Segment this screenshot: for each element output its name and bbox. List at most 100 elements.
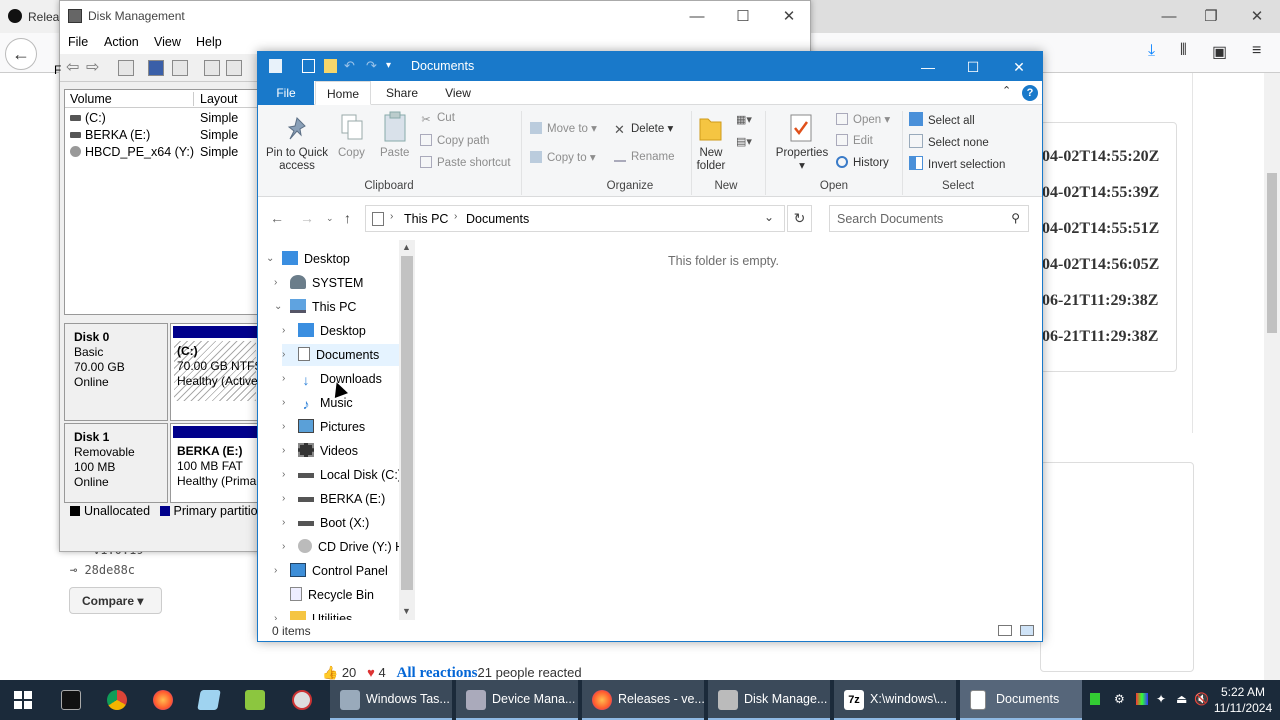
taskbar-notepad[interactable]: [186, 680, 232, 720]
download-icon[interactable]: ⤓: [1148, 42, 1155, 60]
redo-icon[interactable]: ↷: [366, 59, 379, 73]
recent-locations-icon[interactable]: ⌄: [326, 213, 334, 224]
taskbar-7zip[interactable]: 7z X:\windows\...: [834, 680, 956, 720]
heart-icon[interactable]: ♥: [367, 665, 375, 680]
breadcrumb-this-pc[interactable]: This PC: [404, 212, 448, 226]
pin-to-quick-access-button[interactable]: Pin to Quick access: [266, 147, 328, 173]
tab-home[interactable]: Home: [315, 81, 371, 105]
nav-item-boot-x[interactable]: › Boot (X:): [282, 512, 369, 534]
taskbar-windows-tasks[interactable]: Windows Tas...: [330, 680, 452, 720]
browser-minimize-button[interactable]: —: [1146, 0, 1192, 33]
explorer-minimize-button[interactable]: —: [905, 55, 951, 79]
partition-e[interactable]: BERKA (E:) 100 MB FAT Healthy (Prima: [170, 423, 260, 503]
up-icon[interactable]: ↑: [344, 210, 351, 226]
volume-muted-icon[interactable]: 🔇: [1194, 693, 1209, 705]
back-button[interactable]: ←: [5, 38, 37, 70]
dm-minimize-button[interactable]: —: [674, 1, 720, 32]
search-input[interactable]: Search Documents ⚲: [829, 205, 1029, 232]
nav-item-documents[interactable]: › Documents: [282, 344, 399, 366]
console-tree-icon[interactable]: [118, 60, 134, 76]
taskbar-network[interactable]: [278, 680, 326, 720]
compare-button[interactable]: Compare ▾: [69, 587, 162, 614]
disk-icon[interactable]: [226, 60, 242, 76]
taskbar-disk-management[interactable]: Disk Manage...: [708, 680, 830, 720]
collapse-ribbon-icon[interactable]: ⌃: [1002, 84, 1011, 97]
nav-item-berka-e[interactable]: › BERKA (E:): [282, 488, 385, 510]
address-bar[interactable]: › This PC › Documents ⌄: [365, 205, 785, 232]
nav-item-control-panel[interactable]: › Control Panel: [274, 560, 388, 582]
tab-share[interactable]: Share: [376, 81, 428, 105]
back-icon[interactable]: ←: [270, 210, 284, 226]
new-folder-button[interactable]: New folder: [693, 147, 729, 173]
invert-selection-button[interactable]: Invert selection: [909, 156, 1005, 171]
large-icons-view-icon[interactable]: [1020, 625, 1034, 636]
nav-item-pictures[interactable]: › Pictures: [282, 416, 365, 438]
start-button[interactable]: [0, 680, 48, 720]
undo-icon[interactable]: ↶: [344, 59, 357, 73]
tab-view[interactable]: View: [432, 81, 484, 105]
paste-shortcut-button[interactable]: Paste shortcut: [420, 156, 511, 169]
browser-scrollbar[interactable]: [1264, 73, 1280, 680]
nav-scrollbar[interactable]: ▲ ▼: [399, 240, 415, 620]
copy-path-button[interactable]: Copy path: [420, 134, 489, 147]
taskbar-firefox[interactable]: [140, 680, 186, 720]
taskbar-releases[interactable]: Releases - ve...: [582, 680, 704, 720]
new-item-icon[interactable]: ▦▾: [736, 113, 752, 126]
color-app-icon[interactable]: [1136, 693, 1148, 705]
menu-file[interactable]: File: [68, 35, 88, 49]
tab-file[interactable]: File: [258, 81, 314, 105]
menu-icon[interactable]: ≡: [1252, 42, 1261, 60]
taskbar-terminal[interactable]: [48, 680, 94, 720]
taskbar-device-manager[interactable]: Device Mana...: [456, 680, 578, 720]
nav-item-recycle-bin[interactable]: Recycle Bin: [290, 584, 374, 606]
paste-button[interactable]: Paste: [380, 147, 409, 159]
dm-close-button[interactable]: ✕: [766, 1, 812, 32]
refresh-button[interactable]: ↻: [787, 205, 812, 232]
breadcrumb-documents[interactable]: Documents: [466, 212, 529, 226]
nav-item-local-disk-c[interactable]: › Local Disk (C:): [282, 464, 402, 486]
cut-button[interactable]: ✂ Cut: [420, 112, 455, 126]
volume-row[interactable]: (C:) Simple: [65, 110, 259, 127]
forward-arrow-icon[interactable]: ⇨: [86, 57, 99, 77]
edit-button[interactable]: Edit: [836, 134, 873, 147]
copy-to-button[interactable]: Copy to ▾: [530, 150, 596, 164]
browser-restore-button[interactable]: ❐: [1188, 0, 1234, 33]
forward-icon[interactable]: →: [300, 210, 314, 226]
disk-0-label[interactable]: Disk 0 Basic 70.00 GB Online: [64, 323, 168, 421]
customize-qat-icon[interactable]: ▾: [386, 59, 399, 73]
tray-app-icon[interactable]: [1090, 693, 1100, 705]
new-folder-quick-icon[interactable]: [324, 59, 337, 73]
menu-help[interactable]: Help: [196, 35, 222, 49]
easy-access-icon[interactable]: ▤▾: [736, 135, 752, 148]
details-view-icon[interactable]: [998, 625, 1012, 636]
explorer-close-button[interactable]: ✕: [996, 55, 1042, 79]
select-all-button[interactable]: Select all: [909, 112, 975, 127]
display-icon[interactable]: ✦: [1156, 693, 1168, 705]
clock[interactable]: 5:22 AM 11/11/2024: [1213, 684, 1273, 716]
nav-item-this-pc[interactable]: ⌄ This PC: [274, 296, 356, 318]
partition-c[interactable]: (C:) 70.00 GB NTFS Healthy (Active: [170, 323, 260, 421]
volume-row[interactable]: BERKA (E:) Simple: [65, 127, 259, 144]
help-icon[interactable]: [148, 60, 164, 76]
back-arrow-icon[interactable]: ⇦: [66, 57, 79, 77]
help-icon[interactable]: ?: [1022, 85, 1038, 101]
all-reactions-link[interactable]: All reactions: [397, 665, 478, 681]
commit-hash[interactable]: ⊸ 28de88c: [70, 563, 135, 577]
volume-row[interactable]: HBCD_PE_x64 (Y:) Simple: [65, 144, 259, 161]
connect-icon[interactable]: [204, 60, 220, 76]
nav-item-utilities[interactable]: › Utilities: [274, 608, 352, 620]
col-volume[interactable]: Volume: [70, 92, 112, 106]
copy-button[interactable]: Copy: [338, 147, 365, 159]
library-icon[interactable]: ⫴: [1180, 42, 1187, 60]
select-none-button[interactable]: Select none: [909, 134, 989, 149]
nav-item-desktop[interactable]: › Desktop: [282, 320, 366, 342]
menu-action[interactable]: Action: [104, 35, 139, 49]
taskbar-documents[interactable]: Documents: [960, 680, 1082, 720]
move-to-button[interactable]: Move to ▾: [530, 121, 597, 135]
history-button[interactable]: History: [836, 156, 889, 169]
properties-button[interactable]: Properties ▾: [774, 147, 830, 173]
nav-item-desktop-root[interactable]: ⌄ Desktop: [266, 248, 350, 270]
delete-button[interactable]: ✕ Delete ▾: [614, 121, 673, 136]
browser-close-button[interactable]: ✕: [1234, 0, 1280, 33]
dm-maximize-button[interactable]: ☐: [720, 1, 766, 32]
